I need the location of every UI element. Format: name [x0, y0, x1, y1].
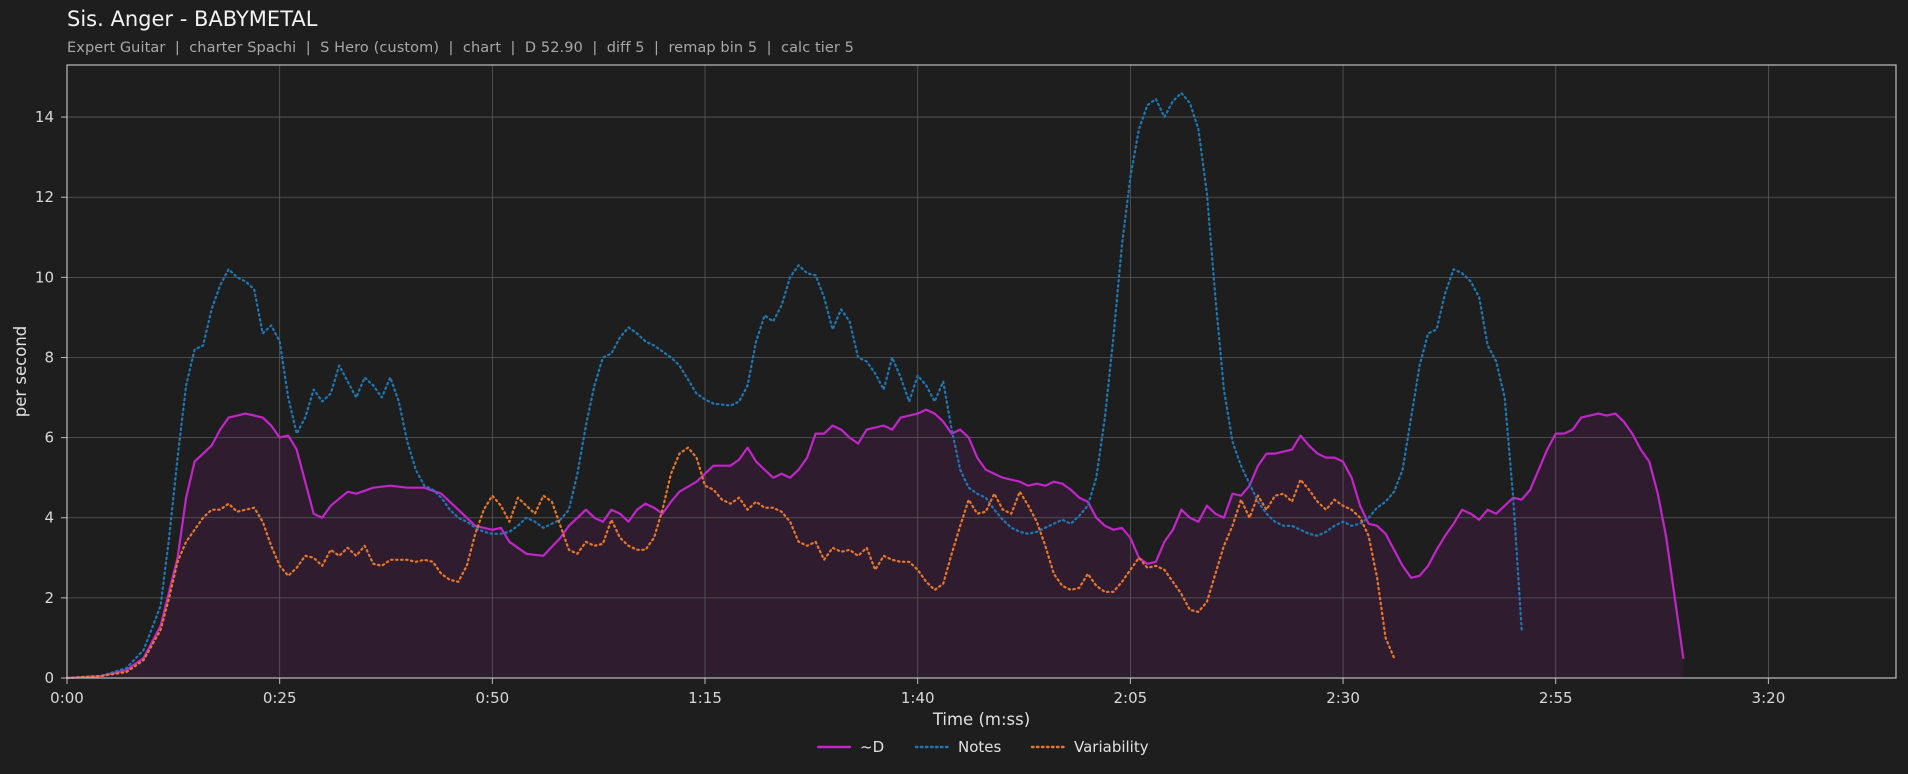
y-tick-label: 10: [35, 268, 54, 286]
y-tick-label: 6: [44, 429, 54, 447]
legend: ~D Notes Variability: [816, 738, 1149, 756]
legend-label-d: ~D: [860, 738, 884, 756]
y-tick-label: 14: [35, 108, 54, 126]
y-axis-label: per second: [11, 326, 30, 418]
legend-label-variability: Variability: [1074, 738, 1149, 756]
x-tick-label: 1:15: [688, 689, 722, 707]
y-tick-label: 4: [44, 509, 54, 527]
y-tick-label: 0: [44, 669, 54, 687]
x-tick-label: 2:05: [1114, 689, 1148, 707]
x-tick-label: 2:55: [1539, 689, 1573, 707]
x-tick-label: 0:50: [476, 689, 510, 707]
y-tick-label: 8: [44, 348, 54, 366]
y-tick-label: 12: [35, 188, 54, 206]
x-axis-label: Time (m:ss): [932, 710, 1030, 729]
line-chart: 0:00 0:25 0:50 1:15 1:40 2:05 2:30 2:55 3:20 0 2 4 6…: [11, 64, 1897, 756]
x-tick-label: 0:25: [263, 689, 297, 707]
x-tick-label: 2:30: [1326, 689, 1360, 707]
y-tick-label: 2: [44, 589, 54, 607]
x-tick-label: 0:00: [50, 689, 84, 707]
x-tick-label: 1:40: [901, 689, 935, 707]
x-tick-label: 3:20: [1752, 689, 1786, 707]
legend-label-notes: Notes: [958, 738, 1002, 756]
